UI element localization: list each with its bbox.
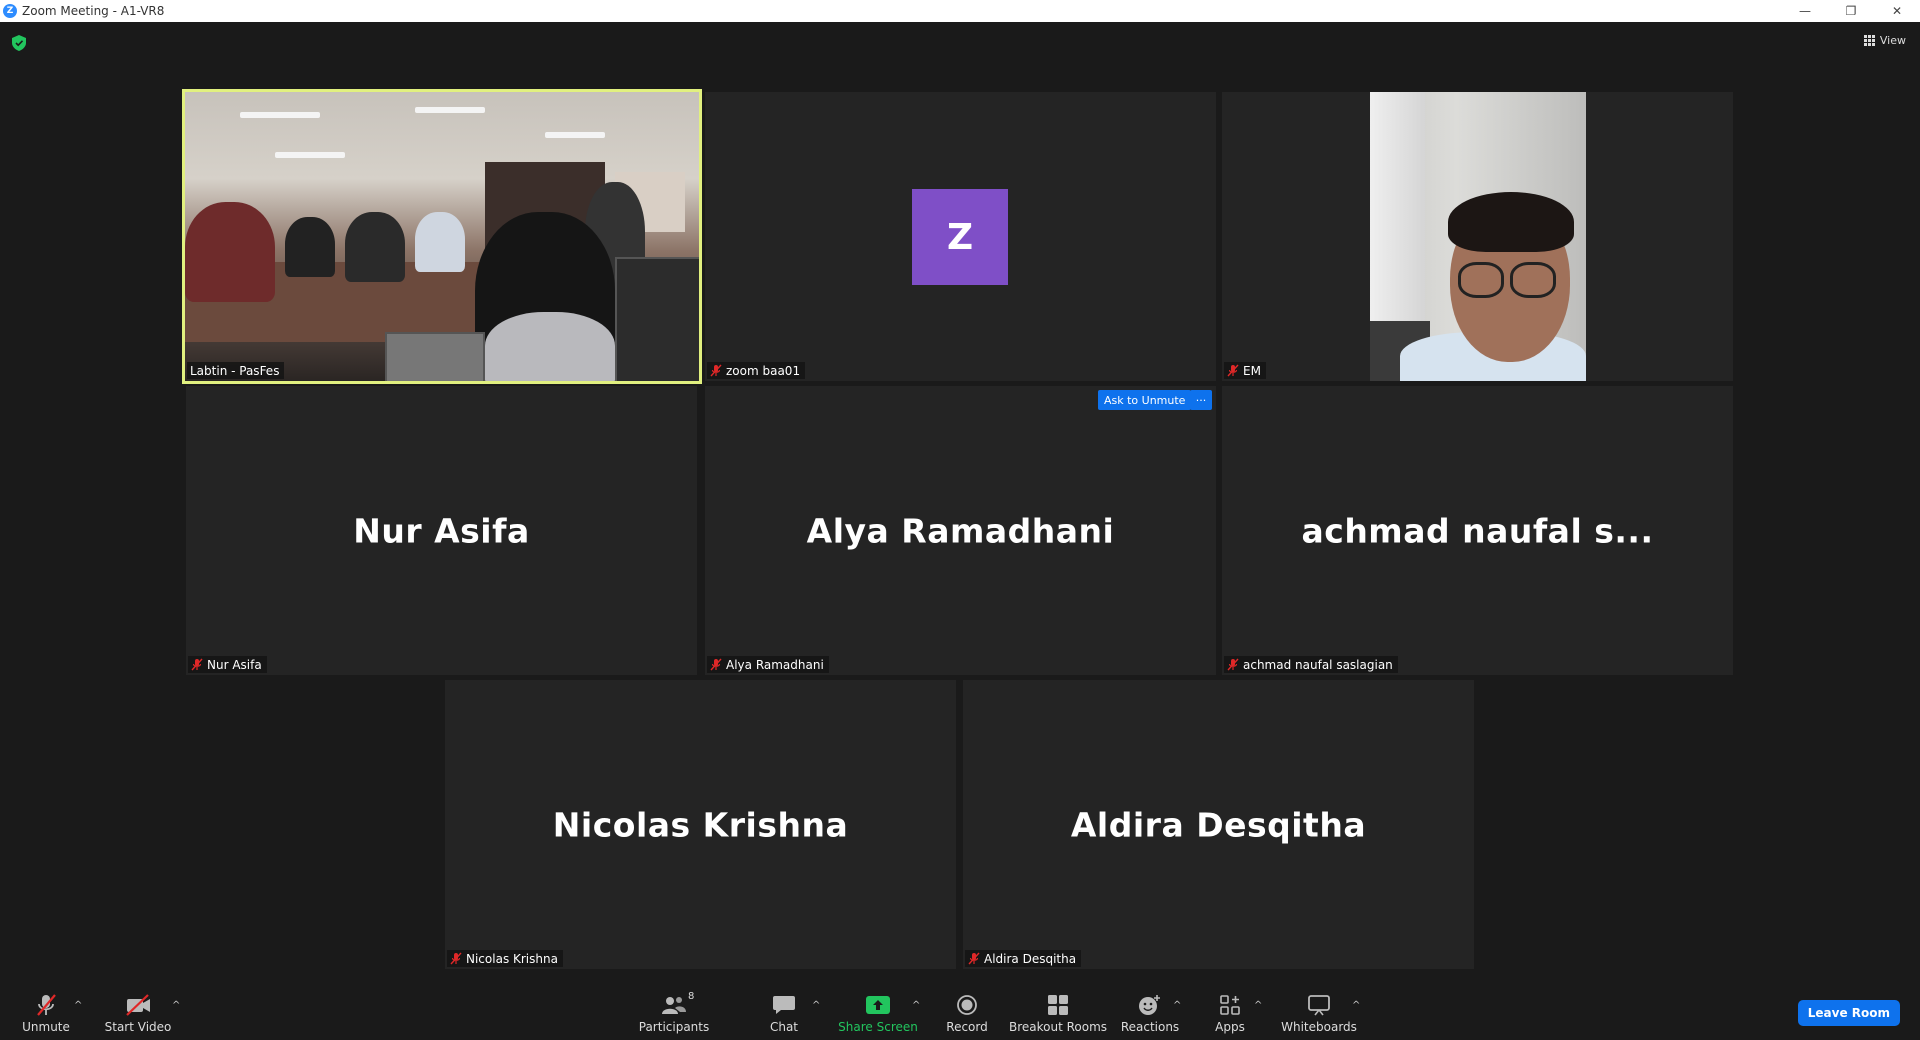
participant-display-name: Aldira Desqitha <box>1070 805 1367 844</box>
muted-microphone-icon <box>968 952 980 965</box>
participant-name-tag: EM <box>1224 362 1266 379</box>
muted-microphone-icon <box>37 994 56 1016</box>
audio-options-caret[interactable]: ^ <box>74 1000 82 1011</box>
apps-options-caret[interactable]: ^ <box>1254 1000 1262 1011</box>
apps-icon <box>1220 995 1240 1015</box>
video-tile-labtin[interactable]: Labtin - PasFes <box>182 89 702 384</box>
video-tile-achmad-naufal[interactable]: achmad naufal s... achmad naufal saslagi… <box>1222 386 1733 675</box>
chat-label: Chat <box>769 1020 799 1034</box>
participant-display-name: Nur Asifa <box>353 511 530 550</box>
participants-button[interactable]: 8 Participants <box>638 984 710 1040</box>
participant-video <box>1370 92 1586 381</box>
apps-button[interactable]: Apps <box>1212 984 1248 1040</box>
ask-to-unmute-button[interactable]: Ask to Unmute <box>1098 390 1192 410</box>
participant-name: Labtin - PasFes <box>190 363 280 378</box>
whiteboards-options-caret[interactable]: ^ <box>1352 1000 1360 1011</box>
video-tile-aldira-desqitha[interactable]: Aldira Desqitha Aldira Desqitha <box>963 680 1474 969</box>
participants-icon <box>662 997 686 1014</box>
participant-display-name: Alya Ramadhani <box>806 511 1115 550</box>
breakout-rooms-button[interactable]: Breakout Rooms <box>1009 984 1107 1040</box>
start-video-label: Start Video <box>104 1020 172 1034</box>
reactions-options-caret[interactable]: ^ <box>1173 1000 1181 1011</box>
participant-name-tag: Aldira Desqitha <box>965 950 1082 967</box>
muted-microphone-icon <box>191 658 203 671</box>
participant-name: Nicolas Krishna <box>466 951 558 966</box>
muted-microphone-icon <box>450 952 462 965</box>
participant-name-tag: zoom baa01 <box>707 362 806 379</box>
participants-count: 8 <box>688 991 695 1002</box>
video-tile-nicolas-krishna[interactable]: Nicolas Krishna Nicolas Krishna <box>445 680 956 969</box>
participant-name-tag: achmad naufal saslagian <box>1224 656 1398 673</box>
breakout-rooms-label: Breakout Rooms <box>1008 1020 1108 1034</box>
muted-microphone-icon <box>1227 658 1239 671</box>
leave-room-button[interactable]: Leave Room <box>1797 1000 1900 1026</box>
avatar: Z <box>912 189 1008 285</box>
record-icon <box>957 995 977 1015</box>
view-label: View <box>1879 34 1906 47</box>
security-shield-icon[interactable] <box>12 35 26 51</box>
video-options-caret[interactable]: ^ <box>172 1000 180 1011</box>
breakout-rooms-icon <box>1048 995 1068 1015</box>
start-video-button[interactable]: Start Video <box>104 984 172 1040</box>
chat-button[interactable]: Chat <box>765 984 803 1040</box>
participant-name: zoom baa01 <box>726 363 801 378</box>
video-tile-em[interactable]: EM <box>1222 92 1733 381</box>
restore-button[interactable]: ❐ <box>1828 0 1874 22</box>
muted-microphone-icon <box>710 364 722 377</box>
share-screen-button[interactable]: Share Screen <box>838 984 918 1040</box>
zoom-app-icon: Z <box>3 4 17 18</box>
share-options-caret[interactable]: ^ <box>912 1000 920 1011</box>
window-title: Zoom Meeting - A1-VR8 <box>22 4 165 18</box>
close-button[interactable]: ✕ <box>1874 0 1920 22</box>
participant-name-tag: Nur Asifa <box>188 656 267 673</box>
muted-microphone-icon <box>710 658 722 671</box>
whiteboards-label: Whiteboards <box>1281 1020 1357 1034</box>
chat-options-caret[interactable]: ^ <box>812 1000 820 1011</box>
whiteboard-icon <box>1308 995 1330 1016</box>
participant-name-tag: Alya Ramadhani <box>707 656 829 673</box>
window-controls: — ❐ ✕ <box>1782 0 1920 22</box>
muted-microphone-icon <box>1227 364 1239 377</box>
participant-display-name: achmad naufal s... <box>1301 511 1654 550</box>
participant-name: EM <box>1243 363 1261 378</box>
video-tile-nur-asifa[interactable]: Nur Asifa Nur Asifa <box>186 386 697 675</box>
chat-icon <box>773 996 795 1014</box>
participant-name: achmad naufal saslagian <box>1243 657 1393 672</box>
record-button[interactable]: Record <box>945 984 989 1040</box>
apps-label: Apps <box>1215 1020 1245 1034</box>
unmute-label: Unmute <box>22 1020 70 1034</box>
reactions-button[interactable]: Reactions <box>1120 984 1180 1040</box>
participant-name: Alya Ramadhani <box>726 657 824 672</box>
grid-icon <box>1863 35 1875 46</box>
unmute-button[interactable]: Unmute <box>18 984 74 1040</box>
minimize-button[interactable]: — <box>1782 0 1828 22</box>
participant-video <box>185 92 699 381</box>
view-button[interactable]: View <box>1863 34 1906 47</box>
video-tile-zoom-baa01[interactable]: Z zoom baa01 <box>705 92 1216 381</box>
window-titlebar: Z Zoom Meeting - A1-VR8 — ❐ ✕ <box>0 0 1920 22</box>
whiteboards-button[interactable]: Whiteboards <box>1281 984 1357 1040</box>
meeting-toolbar: Unmute ^ Start Video ^ 8 Participants Ch… <box>0 984 1920 1040</box>
video-off-icon <box>126 994 150 1016</box>
record-label: Record <box>946 1020 988 1034</box>
participant-name-tag: Nicolas Krishna <box>447 950 563 967</box>
participant-name: Aldira Desqitha <box>984 951 1077 966</box>
video-tile-alya-ramadhani[interactable]: Ask to Unmute ··· Alya Ramadhani Alya Ra… <box>705 386 1216 675</box>
share-screen-label: Share Screen <box>838 1020 918 1034</box>
reactions-label: Reactions <box>1120 1020 1180 1034</box>
participant-display-name: Nicolas Krishna <box>552 805 849 844</box>
participant-name: Nur Asifa <box>207 657 262 672</box>
more-options-button[interactable]: ··· <box>1190 390 1212 410</box>
participant-name-tag: Labtin - PasFes <box>187 362 285 379</box>
participants-label: Participants <box>638 1020 710 1034</box>
share-screen-icon <box>866 996 890 1014</box>
reactions-icon <box>1139 995 1160 1015</box>
